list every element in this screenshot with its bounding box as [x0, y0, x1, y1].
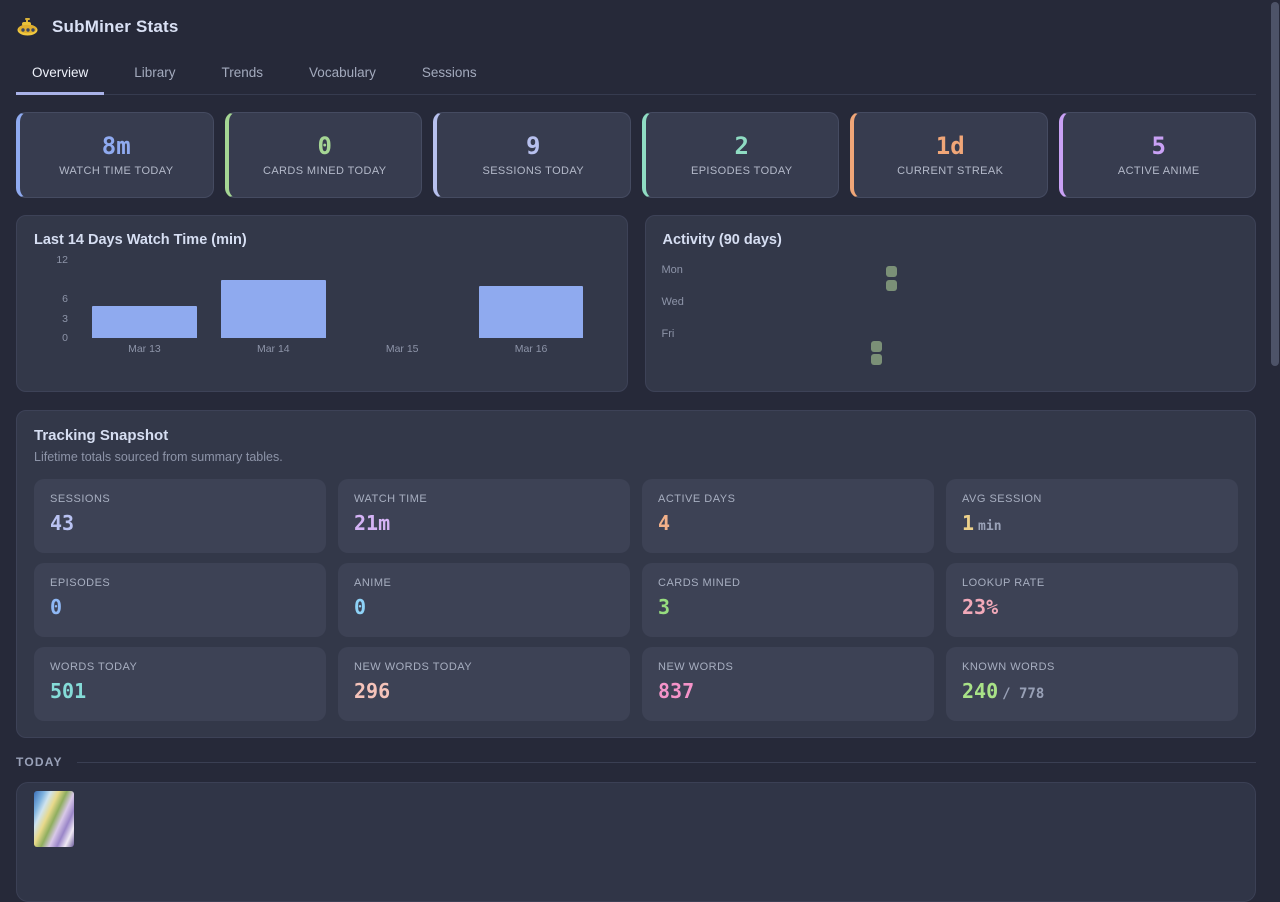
heatmap-active-cell: [886, 280, 897, 291]
snapshot-tile: SESSIONS 43: [34, 479, 326, 553]
heatmap-active-cell: [886, 266, 897, 277]
x-axis-tick-label: Mar 14: [209, 343, 338, 355]
snapshot-tile: NEW WORDS 837: [642, 647, 934, 721]
stat-card: 5 ACTIVE ANIME: [1059, 112, 1257, 198]
heatmap-day-label: Wed: [662, 296, 684, 308]
vertical-scrollbar-thumb[interactable]: [1271, 2, 1279, 366]
tracking-snapshot-title: Tracking Snapshot: [34, 427, 1238, 444]
stat-card: 2 EPISODES TODAY: [642, 112, 840, 198]
x-axis-tick-label: Mar 15: [338, 343, 467, 355]
stat-card-label: CARDS MINED TODAY: [263, 165, 387, 177]
stat-card-value: 2: [735, 134, 749, 158]
activity-heatmap-title: Activity (90 days): [663, 232, 1239, 248]
snapshot-tile-label: NEW WORDS: [658, 661, 918, 673]
snapshot-tile-value: 837: [658, 681, 694, 701]
watch-time-bar-chart: 03612Mar 13Mar 14Mar 15Mar 16: [80, 258, 604, 360]
snapshot-tile-value: 4: [658, 513, 670, 533]
stat-card-value: 9: [526, 134, 540, 158]
snapshot-tile-label: CARDS MINED: [658, 577, 918, 589]
stat-card-value: 0: [318, 134, 332, 158]
stat-card: 8m WATCH TIME TODAY: [16, 112, 214, 198]
stat-card: 0 CARDS MINED TODAY: [225, 112, 423, 198]
snapshot-tile-suffix: min: [978, 520, 1001, 533]
watch-time-panel: Last 14 Days Watch Time (min) 03612Mar 1…: [16, 215, 628, 392]
stat-card: 9 SESSIONS TODAY: [433, 112, 631, 198]
heatmap-day-label: Fri: [662, 328, 675, 340]
snapshot-tile: AVG SESSION 1 min: [946, 479, 1238, 553]
stat-card-label: WATCH TIME TODAY: [59, 165, 173, 177]
snapshot-tile: WORDS TODAY 501: [34, 647, 326, 721]
snapshot-tile-label: SESSIONS: [50, 493, 310, 505]
watch-time-bar: [221, 280, 325, 339]
snapshot-tile: ACTIVE DAYS 4: [642, 479, 934, 553]
snapshot-tile-value: 0: [50, 597, 62, 617]
today-divider: [77, 762, 1256, 763]
watch-time-bar: [479, 286, 583, 338]
stat-card-label: CURRENT STREAK: [897, 165, 1003, 177]
snapshot-tile-label: WORDS TODAY: [50, 661, 310, 673]
snapshot-tile-value: 1: [962, 513, 974, 533]
tab[interactable]: Library: [118, 57, 191, 95]
tab[interactable]: Vocabulary: [293, 57, 392, 95]
app-title: SubMiner Stats: [52, 17, 179, 37]
snapshot-tile: EPISODES 0: [34, 563, 326, 637]
snapshot-tile: NEW WORDS TODAY 296: [338, 647, 630, 721]
snapshot-tile-label: ACTIVE DAYS: [658, 493, 918, 505]
snapshot-tile: WATCH TIME 21m: [338, 479, 630, 553]
snapshot-tile-label: KNOWN WORDS: [962, 661, 1222, 673]
snapshot-tile-label: EPISODES: [50, 577, 310, 589]
snapshot-tile-value: 296: [354, 681, 390, 701]
tab-bar: Overview Library Trends Vocabulary Sessions: [16, 57, 1256, 95]
snapshot-tile-label: LOOKUP RATE: [962, 577, 1222, 589]
tracking-snapshot-panel: Tracking Snapshot Lifetime totals source…: [16, 410, 1256, 738]
snapshot-tile-label: AVG SESSION: [962, 493, 1222, 505]
tracking-snapshot-subtitle: Lifetime totals sourced from summary tab…: [34, 450, 1238, 464]
snapshot-tile-grid: SESSIONS 43 WATCH TIME 21m ACTIVE DAYS: [34, 479, 1238, 721]
submarine-icon: [16, 17, 40, 37]
snapshot-tile: KNOWN WORDS 240 / 778: [946, 647, 1238, 721]
snapshot-tile-value: 23%: [962, 597, 998, 617]
tab[interactable]: Overview: [16, 57, 104, 95]
episode-thumbnail: [34, 791, 74, 847]
snapshot-tile: CARDS MINED 3: [642, 563, 934, 637]
y-axis-tick-label: 6: [34, 293, 68, 305]
stat-card-value: 8m: [102, 134, 131, 158]
watch-time-chart-title: Last 14 Days Watch Time (min): [34, 232, 610, 248]
x-axis-tick-label: Mar 16: [467, 343, 596, 355]
snapshot-tile-value: 501: [50, 681, 86, 701]
heatmap-active-cell: [871, 354, 882, 365]
stat-card: 1d CURRENT STREAK: [850, 112, 1048, 198]
snapshot-tile: LOOKUP RATE 23%: [946, 563, 1238, 637]
x-axis-tick-label: Mar 13: [80, 343, 209, 355]
stat-card-label: EPISODES TODAY: [691, 165, 793, 177]
snapshot-tile-label: ANIME: [354, 577, 614, 589]
y-axis-tick-label: 0: [34, 332, 68, 344]
y-axis-tick-label: 12: [34, 254, 68, 266]
snapshot-tile-secondary: / 778: [1002, 687, 1044, 701]
snapshot-tile-value: 240: [962, 681, 998, 701]
stat-card-label: SESSIONS TODAY: [482, 165, 584, 177]
y-axis-tick-label: 3: [34, 313, 68, 325]
snapshot-tile-label: NEW WORDS TODAY: [354, 661, 614, 673]
stat-card-label: ACTIVE ANIME: [1118, 165, 1200, 177]
watch-time-bar: [92, 306, 196, 339]
snapshot-tile-value: 0: [354, 597, 366, 617]
tab[interactable]: Trends: [206, 57, 280, 95]
stat-card-value: 1d: [936, 134, 965, 158]
today-section-label: TODAY: [16, 755, 63, 769]
activity-panel: Activity (90 days) Mon Wed Fri: [645, 215, 1257, 392]
snapshot-tile-value: 21m: [354, 513, 390, 533]
tab[interactable]: Sessions: [406, 57, 493, 95]
heatmap-day-label: Mon: [662, 264, 683, 276]
snapshot-tile: ANIME 0: [338, 563, 630, 637]
today-session-panel: [16, 782, 1256, 902]
stat-card-row: 8m WATCH TIME TODAY 0 CARDS MINED TODAY …: [16, 112, 1256, 198]
snapshot-tile-value: 3: [658, 597, 670, 617]
stat-card-value: 5: [1152, 134, 1166, 158]
snapshot-tile-value: 43: [50, 513, 74, 533]
app-header: SubMiner Stats: [16, 14, 1256, 40]
heatmap-active-cell: [871, 341, 882, 352]
snapshot-tile-label: WATCH TIME: [354, 493, 614, 505]
